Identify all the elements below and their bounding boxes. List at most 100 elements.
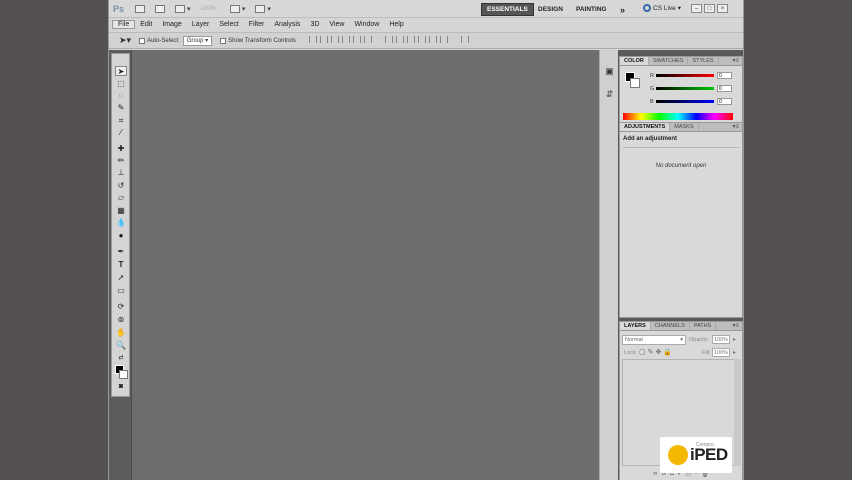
3d-rotate-tool-icon[interactable]: ⟳ <box>115 302 127 312</box>
healing-brush-tool-icon[interactable]: ✚ <box>115 144 127 154</box>
3d-orbit-tool-icon[interactable]: ⊚ <box>115 315 127 325</box>
zoom-level[interactable]: 100% <box>201 6 216 12</box>
menu-select[interactable]: Select <box>214 21 243 28</box>
view-extras-button[interactable]: ▾ <box>175 4 191 13</box>
lock-icons[interactable]: ▢✎✥🔒 <box>639 348 674 356</box>
menu-file[interactable]: File <box>112 20 136 29</box>
menu-3d[interactable]: 3D <box>305 21 324 28</box>
tab-swatches[interactable]: SWATCHES <box>649 57 689 65</box>
hand-tool-icon[interactable]: ✋ <box>115 328 127 338</box>
menu-filter[interactable]: Filter <box>244 21 270 28</box>
color-background-swatch[interactable] <box>630 78 640 88</box>
blur-tool-icon[interactable]: 💧 <box>115 218 127 228</box>
tab-adjustments[interactable]: ADJUSTMENTS <box>620 123 671 131</box>
shape-tool-icon[interactable]: ▭ <box>115 286 127 296</box>
blend-mode-dropdown[interactable]: Normal ▾ <box>622 335 686 345</box>
bridge-button[interactable] <box>135 4 145 13</box>
iped-logo-icon <box>668 445 688 465</box>
navigator-icon[interactable]: ▣ <box>604 66 615 77</box>
fill-field[interactable]: 100% <box>712 348 730 357</box>
blue-slider[interactable]: B 0 <box>650 98 732 105</box>
tab-styles[interactable]: STYLES <box>688 57 719 65</box>
swap-colors-icon[interactable]: ⇄ <box>115 353 127 363</box>
eyedropper-tool-icon[interactable]: ⁄ <box>115 128 127 138</box>
auto-select-value: Group <box>186 37 204 44</box>
panel-menu-icon[interactable]: ▾≡ <box>732 123 739 132</box>
minibridge-button[interactable] <box>155 4 165 13</box>
move-tool-icon[interactable]: ➤ <box>115 66 127 76</box>
menu-bar: File Edit Image Layer Select Filter Anal… <box>109 18 743 31</box>
screen-mode-button[interactable]: ▾ <box>255 4 271 13</box>
marquee-tool-icon[interactable]: ⬚ <box>115 79 127 89</box>
panel-dock: ▣ ⇵ <box>599 50 618 480</box>
move-tool-preset-icon[interactable]: ➤▾ <box>119 35 131 46</box>
type-tool-icon[interactable]: T <box>115 260 127 270</box>
green-slider[interactable]: G 0 <box>650 85 732 92</box>
history-icon[interactable]: ⇵ <box>604 89 615 100</box>
path-selection-tool-icon[interactable]: ➚ <box>115 273 127 283</box>
eraser-tool-icon[interactable]: ▱ <box>115 193 127 203</box>
menu-image[interactable]: Image <box>157 21 186 28</box>
link-layers-icon[interactable]: ∞ <box>653 471 657 477</box>
adjustments-panel-tabs: ADJUSTMENTS MASKS ▾≡ <box>620 123 742 132</box>
maximize-button[interactable]: □ <box>704 4 715 13</box>
menu-view[interactable]: View <box>324 21 349 28</box>
gradient-tool-icon[interactable]: ▦ <box>115 206 127 216</box>
workspace-essentials[interactable]: ESSENTIALS <box>481 3 534 16</box>
red-value[interactable]: 0 <box>717 72 732 79</box>
quick-mask-icon[interactable]: ◙ <box>115 382 127 392</box>
adjustments-title: Add an adjustment <box>623 136 678 142</box>
layers-scrollbar[interactable] <box>734 359 741 466</box>
arrange-documents-button[interactable]: ▾ <box>229 4 245 13</box>
blend-mode-value: Normal <box>625 337 643 343</box>
workspace-painting[interactable]: PAINTING <box>571 3 612 16</box>
background-color-swatch[interactable] <box>119 370 128 379</box>
menu-window[interactable]: Window <box>349 21 384 28</box>
opacity-arrow-icon[interactable]: ▸ <box>733 336 736 343</box>
blue-value[interactable]: 0 <box>717 98 732 105</box>
close-button[interactable]: × <box>717 4 728 13</box>
minimize-button[interactable]: – <box>691 4 702 13</box>
dodge-tool-icon[interactable]: ● <box>115 231 127 241</box>
document-canvas-area[interactable] <box>131 50 599 480</box>
distribute-buttons[interactable] <box>382 36 448 45</box>
auto-select-dropdown[interactable]: Group ▾ <box>182 35 213 46</box>
workspace-design[interactable]: DESIGN <box>533 3 568 16</box>
tab-masks[interactable]: MASKS <box>670 123 699 131</box>
iped-brand: iPED <box>690 445 728 464</box>
quick-selection-tool-icon[interactable]: ✎ <box>115 103 127 113</box>
history-brush-tool-icon[interactable]: ↺ <box>115 181 127 191</box>
align-buttons[interactable] <box>306 36 372 45</box>
iped-tagline: Compro <box>696 442 714 448</box>
tab-color[interactable]: COLOR <box>620 57 649 65</box>
lasso-tool-icon[interactable]: ◌ <box>115 91 127 101</box>
fill-arrow-icon[interactable]: ▸ <box>733 349 736 356</box>
pen-tool-icon[interactable]: ✒ <box>115 247 127 257</box>
checkbox-icon <box>139 37 146 44</box>
menu-analysis[interactable]: Analysis <box>269 21 305 28</box>
clone-stamp-tool-icon[interactable]: ⊥ <box>115 168 127 178</box>
panel-menu-icon[interactable]: ▾≡ <box>732 322 739 331</box>
tab-paths[interactable]: PATHS <box>690 322 717 330</box>
tab-channels[interactable]: CHANNELS <box>651 322 690 330</box>
zoom-tool-icon[interactable]: 🔍 <box>115 341 127 351</box>
more-workspaces-button[interactable]: » <box>615 3 630 16</box>
red-slider[interactable]: R 0 <box>650 72 732 79</box>
cs-live-button[interactable]: CS Live ▾ <box>643 4 681 12</box>
opacity-label: Opacity: <box>689 337 710 343</box>
menu-edit[interactable]: Edit <box>135 21 157 28</box>
brush-tool-icon[interactable]: ✏ <box>115 156 127 166</box>
distribute-bottom-icon <box>406 36 415 43</box>
auto-select-checkbox[interactable]: Auto-Select: <box>139 37 180 44</box>
panel-menu-icon[interactable]: ▾≡ <box>732 57 739 66</box>
opacity-field[interactable]: 100% <box>712 335 730 344</box>
align-bottom-icon <box>330 36 339 43</box>
show-transform-checkbox[interactable]: Show Transform Controls <box>220 37 296 44</box>
menu-help[interactable]: Help <box>384 21 408 28</box>
tab-layers[interactable]: LAYERS <box>620 322 651 330</box>
color-spectrum-bar[interactable] <box>623 113 733 120</box>
crop-tool-icon[interactable]: ⌗ <box>115 116 127 126</box>
menu-layer[interactable]: Layer <box>187 21 215 28</box>
green-value[interactable]: 0 <box>717 85 732 92</box>
auto-align-button[interactable] <box>458 36 469 45</box>
